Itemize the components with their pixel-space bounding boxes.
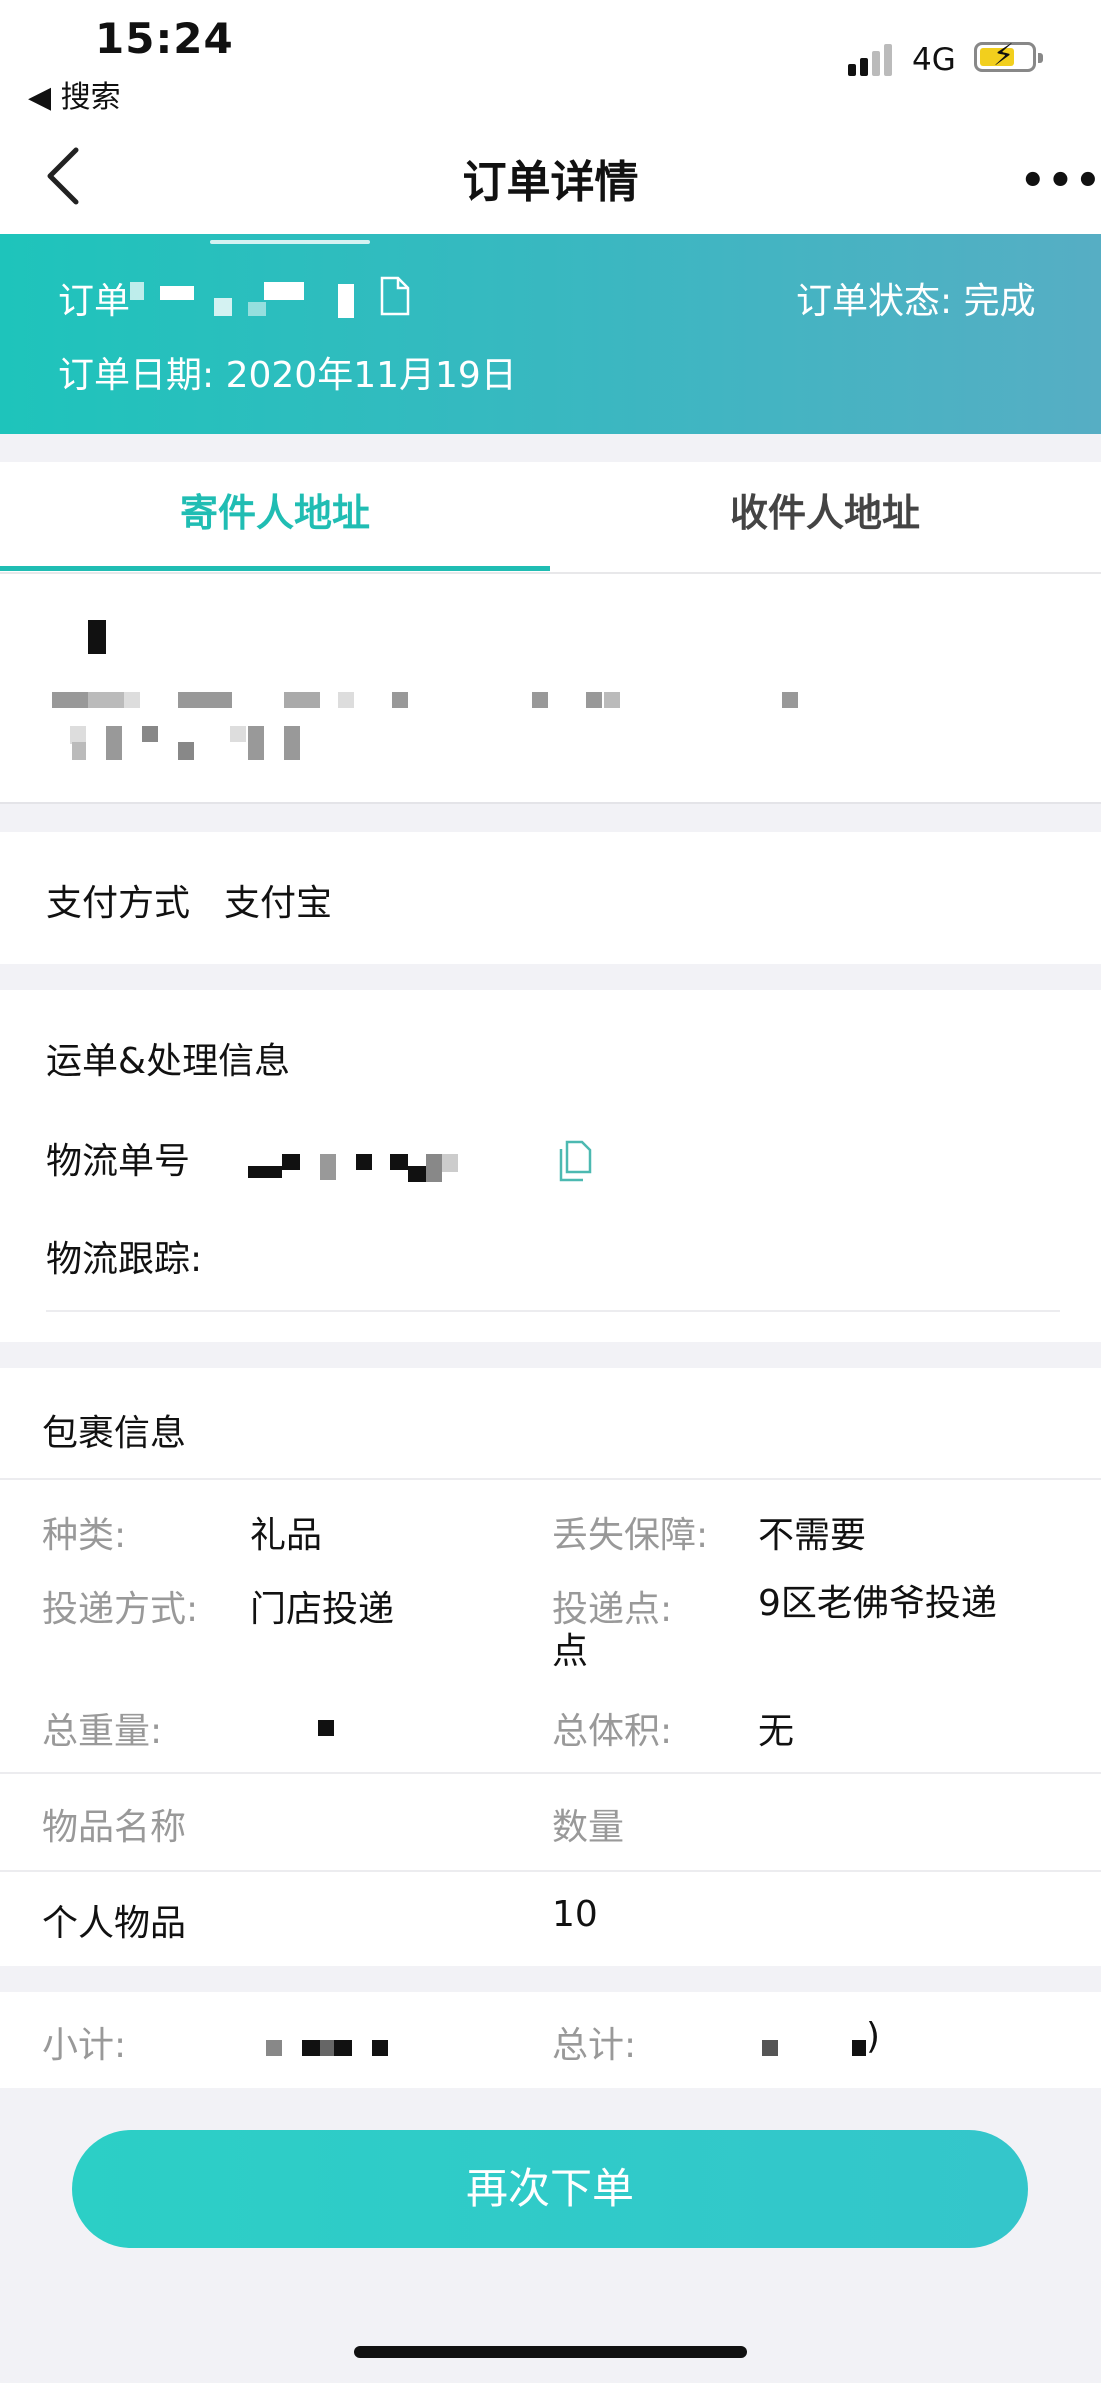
divider bbox=[0, 1772, 1101, 1774]
category-label: 种类: bbox=[42, 1515, 127, 1556]
reorder-button[interactable]: 再次下单 bbox=[72, 2130, 1028, 2248]
address-tabs: 寄件人地址 收件人地址 bbox=[0, 462, 1101, 576]
package-section: 包裹信息 种类: 礼品 丢失保障: 不需要 投递方式: 门店投递 投递点: 9区… bbox=[0, 1368, 1101, 1966]
total-volume-label: 总体积: bbox=[552, 1711, 673, 1752]
payment-method-label: 支付方式 bbox=[46, 883, 191, 924]
delivery-method-label: 投递方式: bbox=[42, 1589, 199, 1630]
total-label: 总计: bbox=[552, 2025, 637, 2066]
package-title: 包裹信息 bbox=[42, 1413, 187, 1454]
insurance-value: 不需要 bbox=[758, 1515, 867, 1556]
item-name: 个人物品 bbox=[42, 1903, 187, 1944]
status-time: 15:24 bbox=[95, 14, 234, 63]
payment-section: 支付方式 支付宝 bbox=[0, 832, 1101, 964]
network-label: 4G bbox=[912, 42, 956, 78]
divider bbox=[0, 1870, 1101, 1872]
subtotal-label: 小计: bbox=[42, 2025, 127, 2066]
order-date: 订单日期: 2020年11月19日 bbox=[58, 355, 517, 396]
item-qty-header: 数量 bbox=[552, 1807, 625, 1848]
category-value: 礼品 bbox=[250, 1515, 323, 1556]
payment-method-value: 支付宝 bbox=[224, 883, 333, 924]
item-name-header: 物品名称 bbox=[42, 1807, 187, 1848]
active-tab-indicator bbox=[0, 566, 550, 571]
waybill-section: 运单&处理信息 物流单号 物流跟踪: bbox=[0, 990, 1101, 1342]
insurance-label: 丢失保障: bbox=[552, 1515, 709, 1556]
copy-order-icon[interactable] bbox=[380, 276, 410, 316]
signal-icon bbox=[848, 44, 898, 76]
total-volume-value: 无 bbox=[758, 1711, 795, 1752]
divider bbox=[0, 1478, 1101, 1480]
home-indicator bbox=[354, 2346, 747, 2358]
order-status: 订单状态: 完成 bbox=[796, 281, 1036, 322]
tab-recipient-address[interactable]: 收件人地址 bbox=[550, 462, 1100, 572]
tracking-label: 物流跟踪: bbox=[46, 1239, 203, 1280]
copy-tracking-number-icon[interactable] bbox=[558, 1140, 592, 1182]
delivery-point-value: 9区老佛爷投递点 bbox=[552, 1583, 997, 1672]
order-number-label: 订单 bbox=[58, 281, 131, 322]
delivery-method-value: 门店投递 bbox=[250, 1589, 395, 1630]
total-weight-label: 总重量: bbox=[42, 1711, 163, 1752]
battery-icon: ⚡ bbox=[974, 39, 1043, 73]
sender-address-card bbox=[0, 574, 1101, 804]
total-weight-redacted bbox=[318, 1720, 334, 1736]
total-value-suffix: ) bbox=[866, 2016, 881, 2057]
page-title: 订单详情 bbox=[462, 157, 639, 208]
item-qty: 10 bbox=[552, 1894, 598, 1935]
tab-sender-address[interactable]: 寄件人地址 bbox=[0, 462, 550, 572]
tracking-number-label: 物流单号 bbox=[46, 1141, 191, 1182]
order-summary-header bbox=[0, 234, 1101, 434]
divider bbox=[46, 1310, 1060, 1312]
more-options-icon[interactable]: ••• bbox=[1020, 158, 1101, 204]
back-to-search-link[interactable]: ◀ 搜索 bbox=[28, 72, 121, 116]
waybill-title: 运单&处理信息 bbox=[46, 1041, 291, 1082]
totals-section: 小计: 总计: ) bbox=[0, 1992, 1101, 2088]
